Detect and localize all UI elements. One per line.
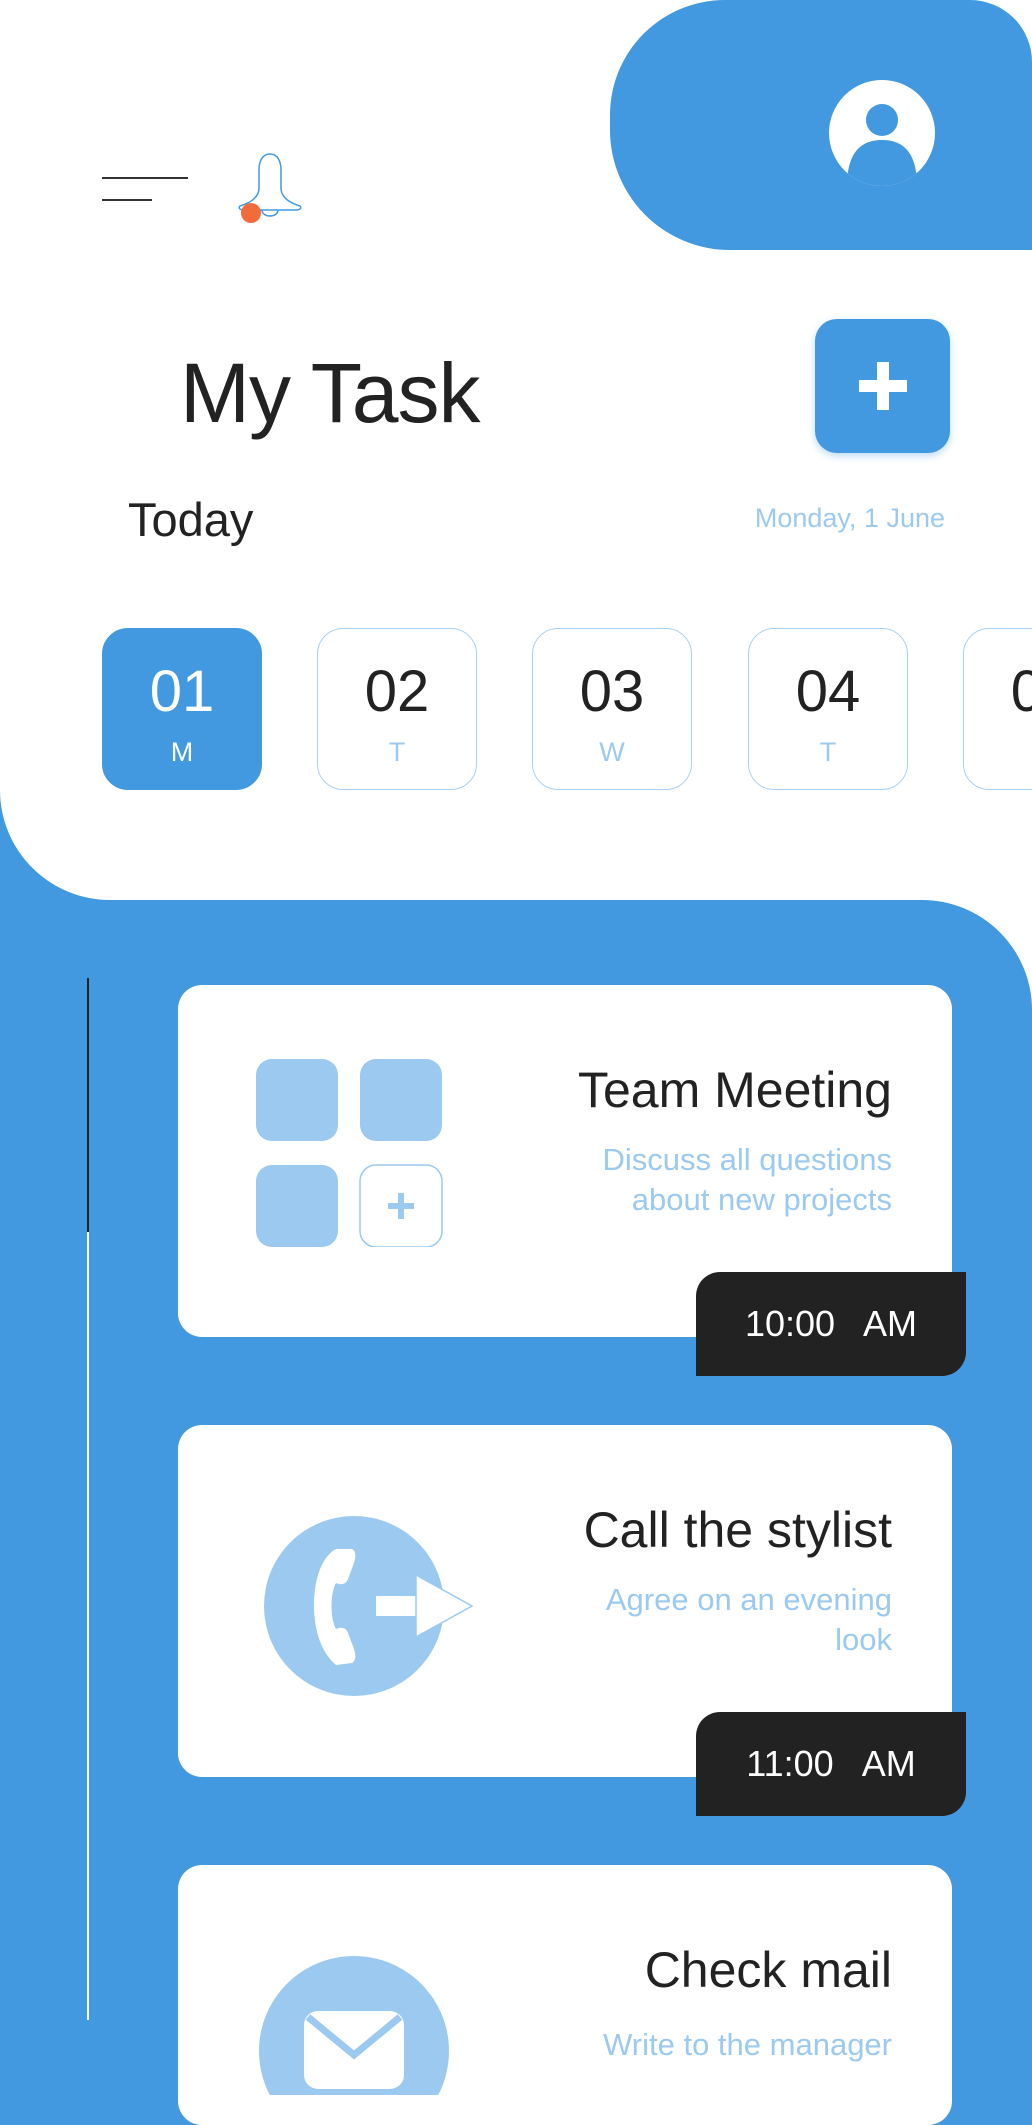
task-title: Team Meeting (577, 1062, 892, 1118)
task-description: Write to the manager (603, 2027, 892, 2062)
day-chip[interactable]: 04 T (748, 628, 908, 790)
mail-icon (258, 1955, 450, 2095)
day-number: 04 (795, 659, 861, 724)
task-title: Call the stylist (583, 1502, 892, 1558)
day-number: 02 (364, 659, 430, 724)
day-chip[interactable]: 01 M (102, 628, 262, 790)
menu-icon[interactable] (100, 165, 192, 205)
day-chip[interactable]: 03 W (532, 628, 692, 790)
day-of-week: T (819, 737, 837, 767)
day-chip[interactable]: 05 F (963, 628, 1032, 790)
add-task-button[interactable] (815, 319, 950, 453)
profile-corner (610, 0, 1032, 250)
timeline-progress (87, 978, 89, 1232)
notification-bell-icon[interactable] (230, 148, 310, 228)
day-of-week: F (964, 739, 1032, 766)
task-description: Discuss all questions about new projects (602, 1142, 892, 1217)
user-icon (847, 104, 917, 186)
apps-grid-icon (254, 1057, 444, 1248)
phone-call-icon (264, 1515, 484, 1697)
page-title: My Task (180, 346, 481, 440)
day-number: 03 (579, 659, 645, 724)
day-number: 05 (1010, 659, 1032, 724)
task-title: Check mail (644, 1942, 892, 1998)
task-description: Agree on an evening look (605, 1582, 892, 1657)
current-date: Monday, 1 June (754, 503, 945, 533)
task-time-badge: 11:00 AM (696, 1712, 966, 1816)
day-number: 01 (149, 659, 215, 724)
task-time-badge: 10:00 AM (696, 1272, 966, 1376)
day-chip[interactable]: 02 T (317, 628, 477, 790)
section-label: Today (128, 493, 254, 546)
day-chip-clip: 05 F (963, 628, 1032, 790)
task-card[interactable]: Check mail Write to the manager (178, 1865, 952, 2125)
plus-icon (858, 362, 907, 410)
day-of-week: T (388, 737, 406, 767)
avatar[interactable] (829, 80, 935, 186)
day-of-week: M (170, 737, 194, 767)
day-of-week: W (599, 737, 625, 767)
